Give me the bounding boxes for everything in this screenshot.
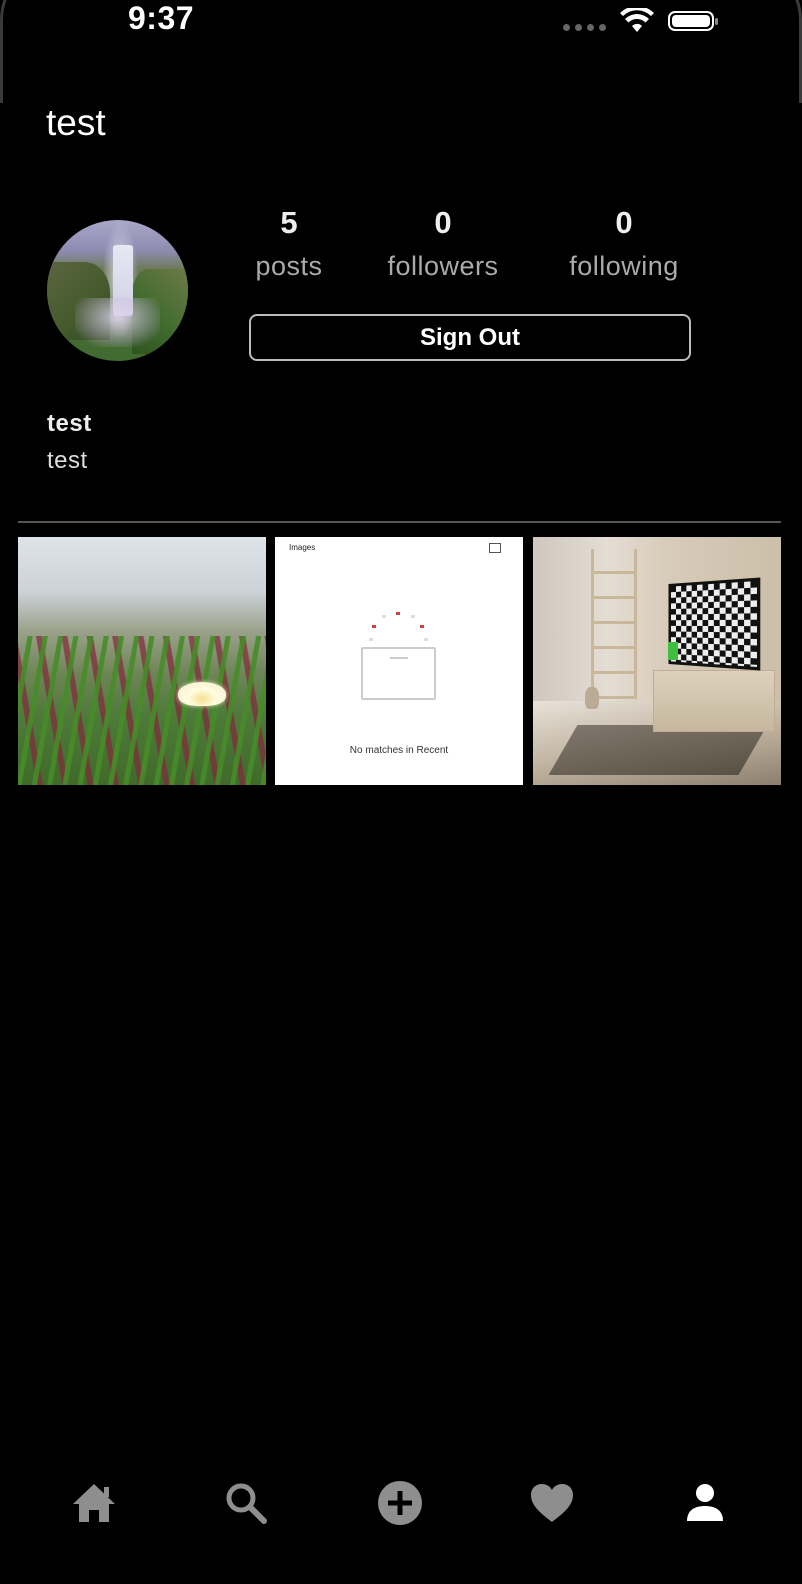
stat-followers[interactable]: 0 followers (384, 200, 502, 286)
profile-screen: 9:37 test 5 posts 0 followers 0 followin… (0, 0, 802, 1584)
empty-folder-icon (361, 647, 436, 700)
post-thumbnail-2[interactable]: Images No matches in Recent (275, 537, 523, 785)
stat-followers-label: followers (387, 251, 499, 281)
device-frame-corner-right (739, 0, 802, 103)
sign-out-button[interactable]: Sign Out (249, 314, 691, 361)
page-title: test (46, 102, 106, 143)
stat-posts[interactable]: 5 posts (240, 200, 338, 286)
avatar[interactable] (47, 220, 188, 361)
tab-home[interactable] (64, 1468, 124, 1538)
heart-icon (531, 1484, 573, 1522)
stat-following[interactable]: 0 following (564, 200, 684, 286)
stat-followers-value: 0 (434, 205, 452, 240)
battery-icon (668, 11, 718, 31)
tab-profile[interactable] (675, 1468, 735, 1538)
profile-bio: test (47, 447, 88, 474)
tv-cabinet-shape (653, 670, 775, 732)
profile-stats: 5 posts 0 followers 0 following (240, 200, 700, 300)
post-thumbnail-3[interactable] (533, 537, 781, 785)
thumbnail-header-label: Images (289, 543, 316, 552)
wifi-icon (620, 8, 654, 32)
tab-bar (0, 1468, 802, 1538)
divider (18, 521, 781, 523)
list-icon (489, 543, 501, 553)
search-icon (226, 1483, 267, 1524)
bookshelf-shape (591, 549, 637, 699)
empty-state-message: No matches in Recent (349, 745, 449, 756)
profile-icon (687, 1484, 723, 1521)
post-thumbnail-1[interactable] (18, 537, 266, 785)
tab-activity[interactable] (522, 1468, 582, 1538)
tv-shape (668, 577, 761, 671)
device-frame-corner-left (0, 0, 63, 103)
stat-following-label: following (569, 251, 679, 281)
posts-grid: Images No matches in Recent (18, 537, 781, 785)
add-post-icon (378, 1481, 422, 1525)
status-time: 9:37 (128, 0, 195, 36)
tab-search[interactable] (216, 1468, 276, 1538)
tab-add-post[interactable] (370, 1468, 430, 1538)
cat-shape (585, 687, 599, 709)
status-indicators (563, 8, 718, 34)
cellular-signal-icon (563, 23, 606, 31)
stat-posts-label: posts (255, 251, 323, 281)
flower-shape (178, 682, 226, 706)
profile-name: test (47, 410, 92, 437)
stat-posts-value: 5 (280, 205, 298, 240)
grass-blades (18, 636, 266, 785)
stat-following-value: 0 (615, 205, 633, 240)
mist-shape (75, 297, 160, 347)
home-icon (73, 1484, 115, 1522)
